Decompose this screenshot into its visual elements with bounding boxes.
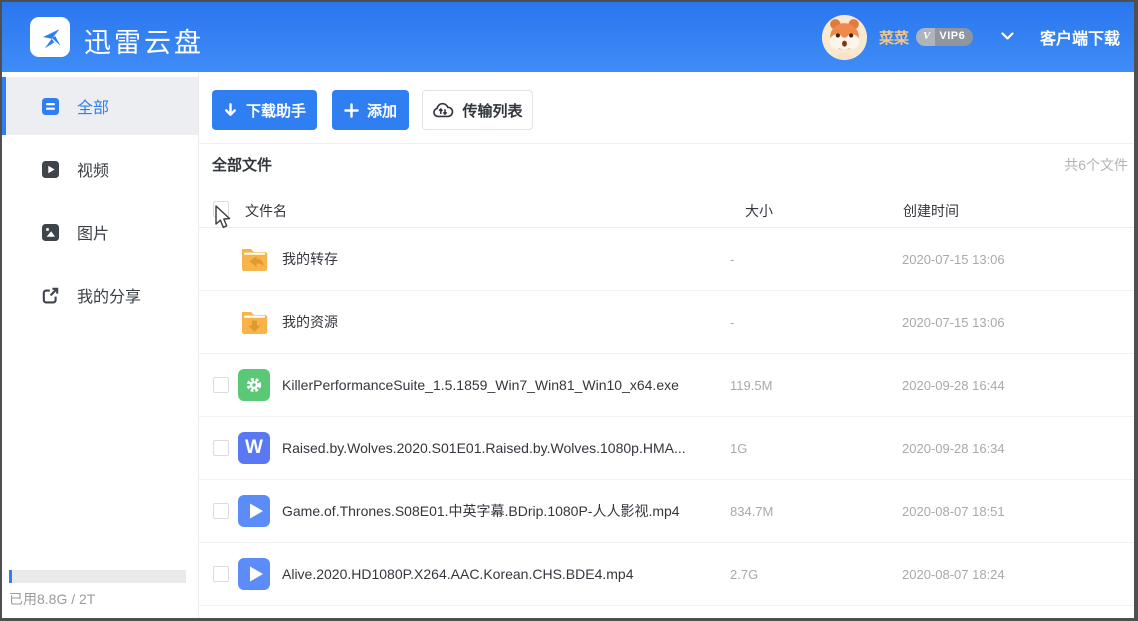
- avatar-squirrel-icon: [822, 14, 867, 60]
- transfer-list-button[interactable]: 传输列表: [422, 90, 533, 130]
- table-row[interactable]: KillerPerformanceSuite_1.5.1859_Win7_Win…: [199, 354, 1134, 417]
- word-document-icon: W: [238, 432, 271, 465]
- main-content: 下载助手 添加 传输列表 全部文件 共6个文件 文件名 大小 创建时间 我的转存…: [199, 72, 1134, 618]
- transfer-list-label: 传输列表: [462, 102, 523, 120]
- table-row[interactable]: Game.of.Thrones.S08E01.中英字幕.BDrip.1080P-…: [199, 480, 1134, 543]
- file-list: 我的转存 - 2020-07-15 13:06 我的资源 - 2020-07-1…: [199, 228, 1134, 606]
- xunlei-cloud-drive-window: 迅雷云盘 菜菜 V VIP6 客户端下载 全部 视频 图片 我的分享 已用8.8…: [0, 0, 1138, 621]
- sidebar-item-label: 视频: [77, 163, 110, 180]
- file-size: 2.7G: [730, 567, 759, 582]
- vip-level: VIP6: [935, 28, 974, 46]
- file-name[interactable]: Alive.2020.HD1080P.X264.AAC.Korean.CHS.B…: [282, 543, 634, 606]
- username: 菜菜: [879, 29, 910, 47]
- thunder-bird-icon: [43, 29, 61, 49]
- row-checkbox[interactable]: [213, 503, 229, 519]
- file-name[interactable]: 我的资源: [282, 291, 338, 354]
- file-created: 2020-08-07 18:51: [902, 504, 1005, 519]
- user-avatar[interactable]: [822, 14, 867, 60]
- add-button[interactable]: 添加: [332, 90, 409, 130]
- file-created: 2020-09-28 16:34: [902, 441, 1005, 456]
- table-row[interactable]: 我的资源 - 2020-07-15 13:06: [199, 291, 1134, 354]
- file-size: 834.7M: [730, 504, 774, 519]
- row-checkbox[interactable]: [213, 566, 229, 582]
- table-row[interactable]: 我的转存 - 2020-07-15 13:06: [199, 228, 1134, 291]
- client-download-link[interactable]: 客户端下载: [1040, 25, 1120, 49]
- sidebar-item-label: 全部: [77, 100, 110, 117]
- file-created: 2020-07-15 13:06: [902, 252, 1005, 267]
- sidebar-item-label: 我的分享: [77, 289, 142, 306]
- sidebar-item-all[interactable]: 全部: [2, 77, 198, 135]
- folder-transfer-icon: [238, 243, 271, 276]
- sidebar-item-video[interactable]: 视频: [2, 140, 198, 198]
- select-all-checkbox[interactable]: [213, 201, 229, 217]
- video-icon: [42, 160, 59, 178]
- table-row[interactable]: Alive.2020.HD1080P.X264.AAC.Korean.CHS.B…: [199, 543, 1134, 606]
- storage-progress-fill: [9, 570, 12, 583]
- sidebar-item-share[interactable]: 我的分享: [2, 266, 198, 324]
- plus-icon: [344, 102, 359, 118]
- file-name[interactable]: KillerPerformanceSuite_1.5.1859_Win7_Win…: [282, 354, 679, 417]
- row-checkbox[interactable]: [213, 377, 229, 393]
- file-created: 2020-09-28 16:44: [902, 378, 1005, 393]
- table-header: 文件名 大小 创建时间: [199, 192, 1134, 228]
- video-play-icon: [238, 495, 271, 528]
- file-size: -: [730, 315, 735, 330]
- cloud-transfer-icon: [432, 101, 454, 119]
- add-label: 添加: [366, 102, 397, 120]
- storage-progress-bar: [9, 570, 186, 583]
- file-created: 2020-08-07 18:24: [902, 567, 1005, 582]
- download-helper-label: 下载助手: [245, 102, 306, 120]
- video-play-icon: [238, 558, 271, 591]
- file-name[interactable]: 我的转存: [282, 228, 338, 291]
- download-helper-button[interactable]: 下载助手: [212, 90, 317, 130]
- all-icon: [42, 97, 59, 115]
- file-created: 2020-07-15 13:06: [902, 315, 1005, 330]
- chevron-down-icon[interactable]: [1001, 28, 1014, 46]
- file-name[interactable]: Raised.by.Wolves.2020.S01E01.Raised.by.W…: [282, 417, 686, 480]
- image-icon: [42, 223, 59, 241]
- vip-v-icon: V: [916, 28, 936, 46]
- user-menu[interactable]: 菜菜 V VIP6: [822, 2, 1014, 72]
- vip-badge[interactable]: V VIP6: [916, 28, 974, 46]
- toolbar: 下载助手 添加 传输列表: [199, 72, 1134, 144]
- share-icon: [42, 287, 59, 304]
- column-header-created: 创建时间: [903, 203, 959, 219]
- file-name[interactable]: Game.of.Thrones.S08E01.中英字幕.BDrip.1080P-…: [282, 480, 680, 543]
- download-arrow-icon: [223, 102, 238, 118]
- doc-w-letter: W: [245, 437, 263, 458]
- file-section-header: 全部文件 共6个文件: [199, 152, 1134, 176]
- app-title: 迅雷云盘: [84, 28, 204, 58]
- row-checkbox[interactable]: [213, 440, 229, 456]
- table-row[interactable]: W Raised.by.Wolves.2020.S01E01.Raised.by…: [199, 417, 1134, 480]
- file-size: 119.5M: [730, 378, 773, 393]
- file-size: -: [730, 252, 735, 267]
- storage-usage: 已用8.8G / 2T: [9, 570, 186, 609]
- sidebar: 全部 视频 图片 我的分享 已用8.8G / 2T: [2, 72, 199, 618]
- file-size: 1G: [730, 441, 748, 456]
- section-title: 全部文件: [212, 157, 273, 174]
- column-header-size: 大小: [745, 203, 773, 219]
- app-logo[interactable]: [30, 17, 70, 57]
- storage-text: 已用8.8G / 2T: [9, 591, 96, 607]
- sidebar-item-image[interactable]: 图片: [2, 203, 198, 261]
- folder-download-icon: [238, 306, 271, 339]
- sidebar-item-label: 图片: [77, 226, 110, 243]
- file-count: 共6个文件: [1064, 157, 1128, 173]
- top-header: 迅雷云盘 菜菜 V VIP6 客户端下载: [2, 2, 1134, 72]
- exe-gear-icon: [238, 369, 271, 402]
- column-header-name: 文件名: [245, 203, 287, 219]
